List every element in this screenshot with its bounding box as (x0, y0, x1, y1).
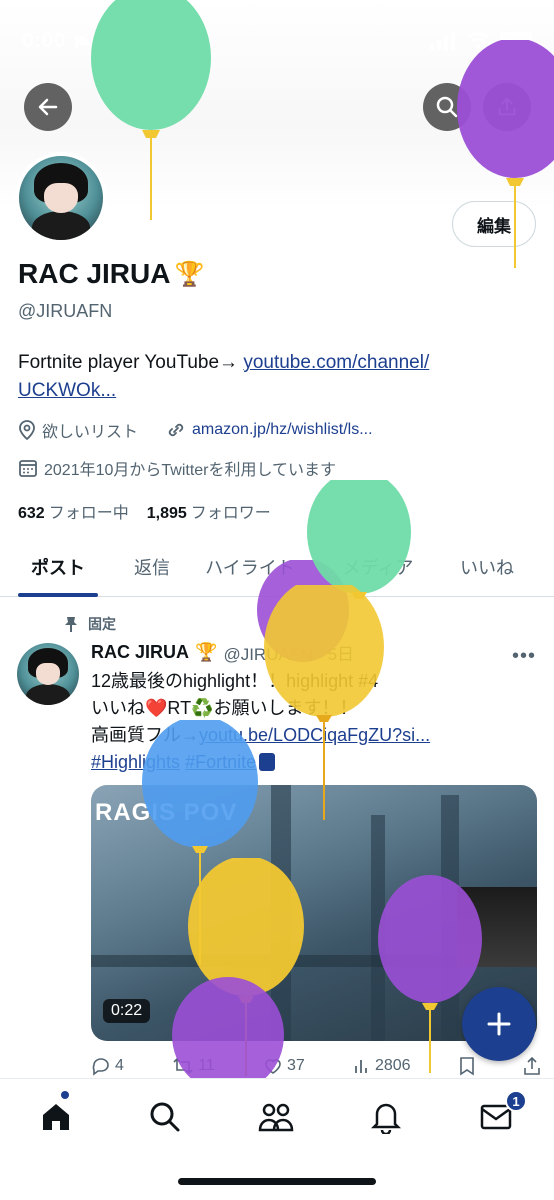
chart-icon (355, 1060, 367, 1073)
hashtag-fortnite[interactable]: #Fortnite (185, 752, 256, 772)
profile-location-row: 欲しいリスト amazon.jp/hz/wishlist/ls... (18, 418, 373, 442)
profile-tabs: ポスト 返信 ハイライト メディア いいね (0, 537, 554, 597)
post-author-name[interactable]: RAC JIRUA (91, 642, 189, 663)
home-indicator[interactable] (178, 1178, 376, 1185)
reply-action[interactable]: 4 (91, 1056, 124, 1076)
video-duration: 0:22 (103, 999, 151, 1023)
search-icon (436, 96, 458, 118)
pin-icon (65, 617, 77, 632)
tab-posts[interactable]: ポスト (18, 537, 98, 597)
views-action[interactable]: 2806 (353, 1056, 411, 1076)
like-action[interactable]: 37 (263, 1056, 305, 1076)
bookmark-icon (459, 1057, 474, 1076)
link-icon (168, 423, 184, 437)
home-unread-dot (61, 1091, 69, 1099)
profile-handle: @JIRUAFN (18, 301, 113, 321)
fortnite-hashflag-icon (259, 753, 276, 771)
location-pin-icon (19, 420, 35, 440)
profile-joined-row: 2021年10月からTwitterを利用しています (18, 456, 336, 480)
tab-media[interactable]: メディア (328, 537, 428, 597)
status-time: 0:00 (22, 29, 98, 53)
more-options-icon[interactable]: ••• (512, 645, 536, 668)
bell-icon (371, 1103, 401, 1134)
profile-bio: Fortnite player YouTube→ youtube.com/cha… (18, 352, 430, 401)
heart-icon (265, 1059, 281, 1074)
plus-icon (487, 1012, 511, 1036)
signal-icon (430, 32, 455, 50)
profile-avatar[interactable] (15, 152, 107, 244)
battery-indicator: 51 (500, 32, 532, 50)
follow-stats: 632 フォロー中 1,895 フォロワー (18, 499, 271, 523)
nav-search[interactable] (145, 1097, 185, 1137)
arrow-left-icon (38, 98, 58, 116)
profile-name: RAC JIRUA 🏆 (18, 258, 205, 289)
reply-icon (92, 1058, 109, 1076)
trophy-emoji: 🏆 (174, 260, 205, 288)
wifi-icon (466, 32, 490, 50)
hashtag-highlights[interactable]: #Highlights (91, 752, 180, 772)
nav-notifications[interactable] (366, 1097, 406, 1137)
compose-button[interactable] (462, 987, 536, 1061)
bio-youtube-link[interactable]: youtube.com/channel/ (243, 352, 429, 373)
wishlist-link[interactable]: amazon.jp/hz/wishlist/ls... (192, 421, 373, 439)
status-bar: 0:00 51 (22, 26, 532, 56)
post-body: 12歳最後のhighlight！！highlight #4 いいね❤️RT♻️お… (91, 671, 431, 772)
share-icon (498, 97, 516, 116)
trophy-emoji: 🏆 (195, 642, 218, 662)
edit-profile-button[interactable]: 編集 (452, 201, 536, 247)
messages-badge: 1 (505, 1090, 527, 1112)
video-title-overlay: RAGIS POV (95, 799, 238, 826)
share-post-action[interactable] (523, 1056, 541, 1076)
post-actions: 4 11 37 2806 (91, 1056, 541, 1076)
tab-replies[interactable]: 返信 (120, 537, 184, 597)
repost-action[interactable]: 11 (172, 1056, 215, 1076)
bed-icon (75, 35, 98, 48)
facecam-overlay (457, 887, 537, 967)
post-handle-time: @JIRUAFN · 5日 (223, 645, 355, 664)
home-icon (43, 1104, 69, 1130)
tab-highlights[interactable]: ハイライト (198, 537, 302, 597)
bookmark-action[interactable] (459, 1056, 475, 1076)
pinned-indicator: 固定 (64, 614, 116, 634)
nav-communities[interactable] (256, 1097, 296, 1137)
people-icon (258, 1103, 294, 1132)
followers-stat[interactable]: 1,895 フォロワー (147, 499, 271, 523)
bio-youtube-link-cont[interactable]: UCKWOk... (18, 380, 116, 401)
post-youtube-link[interactable]: youtu.be/LODCiqaFgZU?si... (199, 725, 430, 745)
back-button[interactable] (24, 83, 72, 131)
calendar-icon (19, 460, 37, 477)
nav-home[interactable] (36, 1097, 76, 1137)
post-author-avatar[interactable] (17, 643, 79, 705)
share-button[interactable] (483, 83, 531, 131)
tab-likes[interactable]: いいね (454, 537, 520, 597)
following-stat[interactable]: 632 フォロー中 (18, 499, 129, 523)
share-icon (524, 1056, 540, 1075)
search-icon (150, 1102, 180, 1132)
repost-icon (173, 1057, 193, 1075)
search-button[interactable] (423, 83, 471, 131)
post-header: RAC JIRUA 🏆 @JIRUAFN · 5日 (91, 640, 354, 665)
